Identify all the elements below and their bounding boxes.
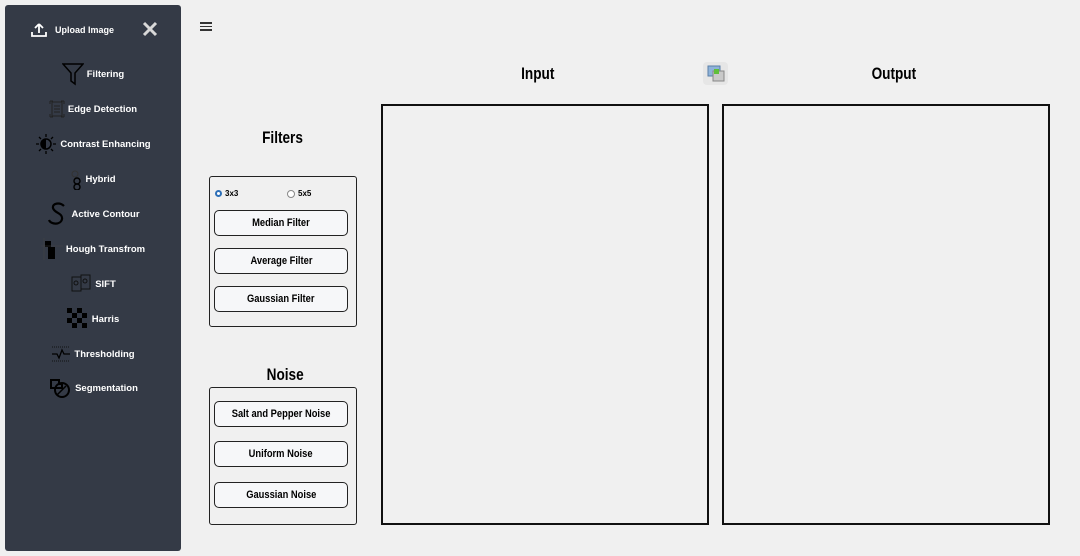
sidebar-item-label: SIFT: [95, 278, 116, 290]
sidebar-item-sift[interactable]: SIFT: [5, 272, 181, 296]
checkerboard-icon: [66, 308, 87, 328]
funnel-icon: [61, 63, 84, 86]
radio-selected-indicator: [215, 190, 222, 197]
upload-image-button[interactable]: Upload Image: [31, 23, 114, 37]
segmentation-icon: [50, 379, 71, 398]
image-swap-icon: [707, 65, 725, 82]
sidebar-item-label: Filtering: [86, 68, 125, 80]
sidebar-item-thresholding[interactable]: Thresholding: [5, 342, 181, 366]
document-scan-icon: [49, 100, 65, 118]
sidebar-item-segmentation[interactable]: Segmentation: [5, 376, 181, 400]
noise-title: Noise: [266, 365, 304, 384]
upload-icon: [31, 23, 47, 37]
hybrid-icon: [71, 170, 82, 190]
button-label: Median Filter: [252, 217, 310, 229]
sidebar-item-active-contour[interactable]: Active Contour: [5, 202, 181, 226]
upload-image-label: Upload Image: [55, 25, 115, 35]
swap-image-button[interactable]: [703, 62, 728, 85]
sidebar-item-label: Contrast Enhancing: [60, 138, 151, 150]
sidebar-item-label: Edge Detection: [67, 103, 138, 115]
button-label: Average Filter: [249, 255, 313, 267]
radio-label: 5x5: [298, 189, 312, 198]
average-filter-button[interactable]: Average Filter: [214, 248, 348, 274]
sidebar-item-label: Segmentation: [75, 382, 138, 394]
radio-label: 3x3: [225, 189, 239, 198]
sidebar-item-label: Harris: [91, 313, 120, 325]
output-image-frame: [722, 104, 1050, 525]
sidebar-item-hybrid[interactable]: Hybrid: [5, 167, 181, 191]
filters-title: Filters: [262, 128, 303, 147]
filters-panel: 3x3 5x5 Median Filter Average Filter Gau…: [209, 176, 357, 327]
sidebar-item-contrast-enhancing[interactable]: Contrast Enhancing: [5, 132, 181, 156]
sift-icon: [71, 274, 91, 292]
gaussian-noise-button[interactable]: Gaussian Noise: [214, 482, 348, 508]
sidebar-item-label: Hough Transfrom: [65, 243, 146, 255]
contrast-sun-icon: [36, 134, 57, 154]
input-image-frame: [381, 104, 709, 525]
sidebar: Upload Image Filtering Edge Detection Co…: [5, 5, 181, 551]
sidebar-item-hough-transform[interactable]: Hough Transfrom: [5, 237, 181, 261]
output-title: Output: [871, 64, 917, 83]
close-icon[interactable]: [140, 19, 160, 39]
sidebar-item-label: Thresholding: [74, 348, 135, 360]
button-label: Gaussian Noise: [245, 489, 317, 501]
radio-unselected-indicator: [287, 189, 295, 198]
input-title: Input: [521, 64, 555, 83]
button-label: Gaussian Filter: [247, 293, 315, 305]
sidebar-item-filtering[interactable]: Filtering: [5, 62, 181, 86]
sidebar-item-edge-detection[interactable]: Edge Detection: [5, 97, 181, 121]
salt-and-pepper-noise-button[interactable]: Salt and Pepper Noise: [214, 401, 348, 427]
kernel-3x3-radio[interactable]: 3x3: [215, 189, 238, 198]
hough-icon: [40, 238, 63, 260]
curve-s-icon: [48, 202, 66, 225]
kernel-5x5-radio[interactable]: 5x5: [287, 189, 311, 198]
sidebar-item-label: Active Contour: [71, 208, 140, 220]
menu-toggle-icon[interactable]: [200, 20, 212, 32]
median-filter-button[interactable]: Median Filter: [214, 210, 348, 236]
button-label: Uniform Noise: [249, 448, 313, 460]
gaussian-filter-button[interactable]: Gaussian Filter: [214, 286, 348, 312]
sidebar-item-harris[interactable]: Harris: [5, 307, 181, 331]
noise-panel: Salt and Pepper Noise Uniform Noise Gaus…: [209, 387, 357, 525]
sidebar-item-label: Hybrid: [85, 173, 116, 185]
threshold-icon: [52, 346, 71, 362]
button-label: Salt and Pepper Noise: [231, 408, 331, 420]
uniform-noise-button[interactable]: Uniform Noise: [214, 441, 348, 467]
